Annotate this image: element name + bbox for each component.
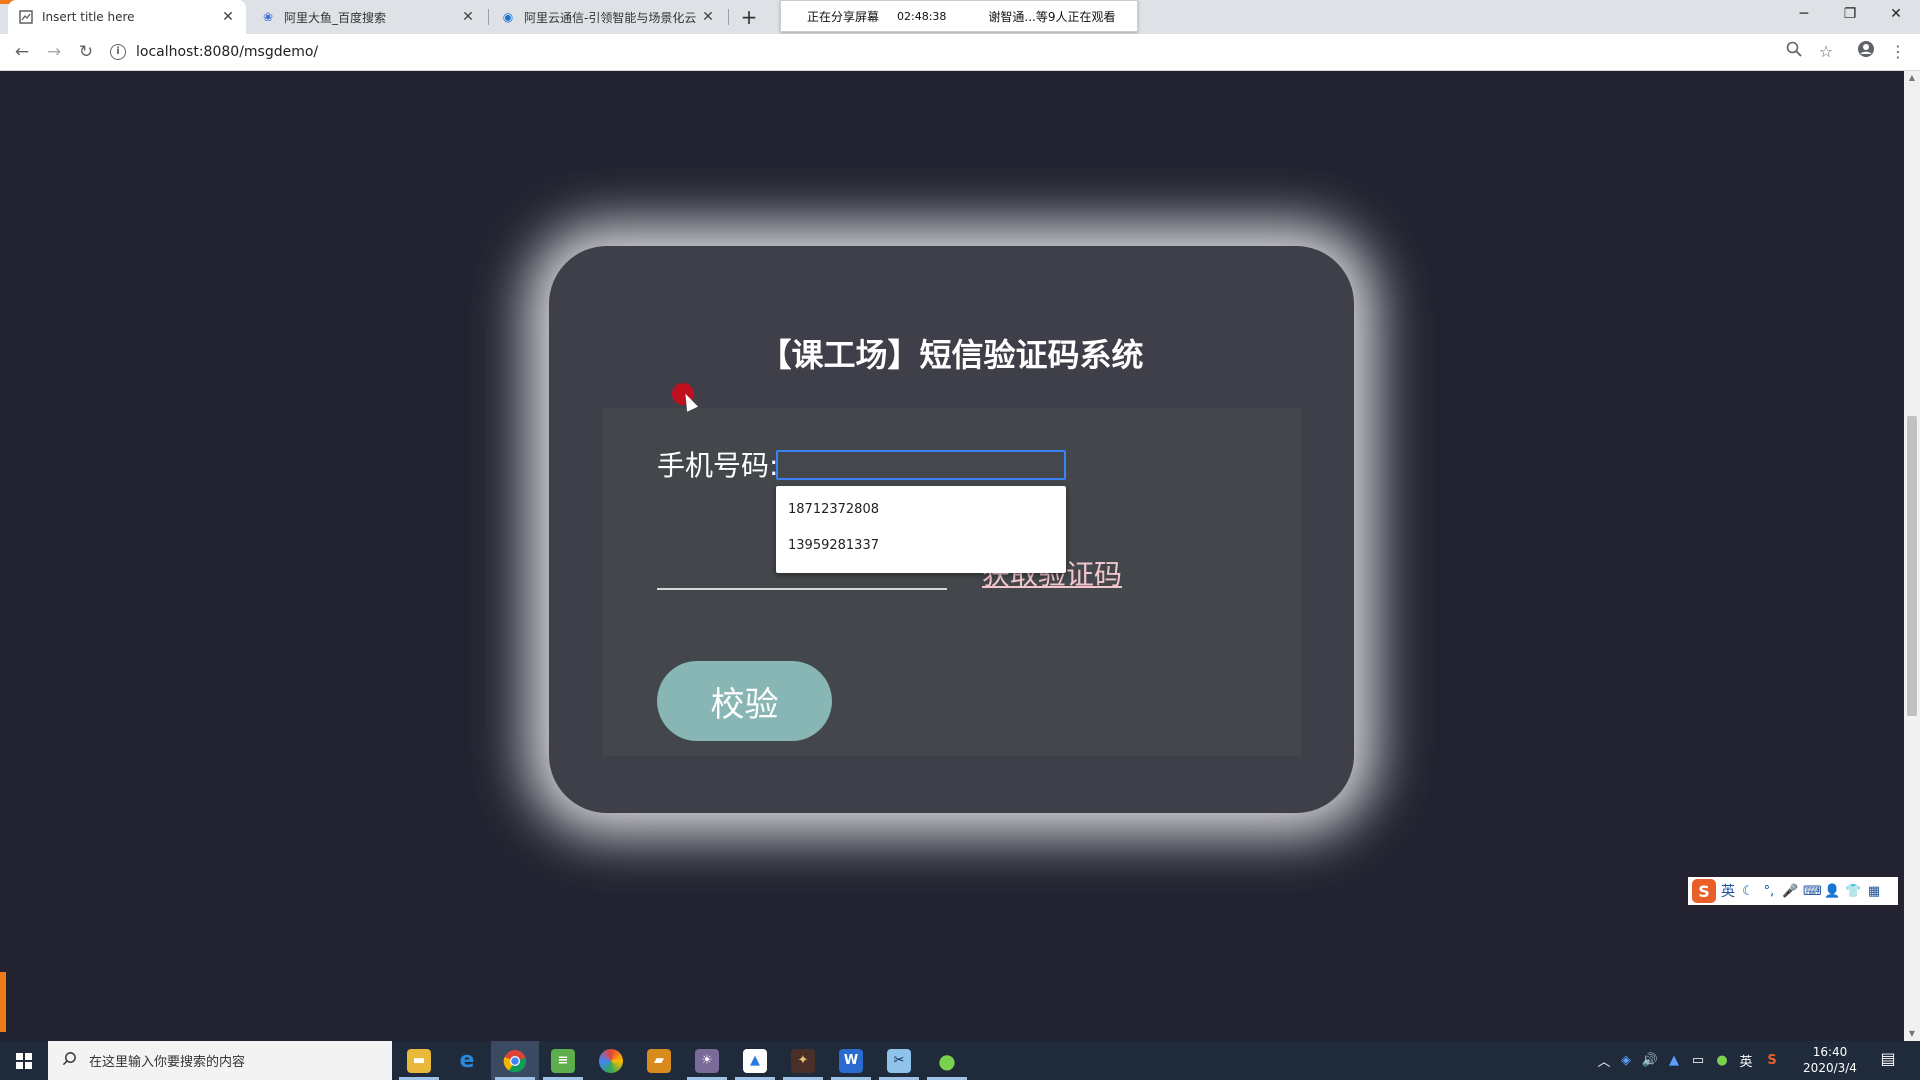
punctuation-icon[interactable]: °, [1761,884,1777,899]
site-info-icon[interactable]: i [110,44,126,60]
book-reader-icon[interactable]: ▰ [635,1041,683,1080]
autocomplete-option[interactable]: 18712372808 [776,492,1066,528]
scroll-up-icon[interactable]: ▲ [1904,71,1920,85]
phone-autocomplete-list: 18712372808 13959281337 [776,486,1066,573]
scroll-down-icon[interactable]: ▼ [1904,1027,1920,1041]
game-app-icon[interactable]: ✦ [779,1041,827,1080]
scroll-thumb[interactable] [1907,416,1917,716]
grid-menu-icon[interactable]: ▦ [1866,884,1882,899]
eclipse-ide-icon[interactable]: ☀ [683,1041,731,1080]
url-text: localhost:8080/msgdemo/ [136,44,319,60]
tab-aliyun[interactable]: ◉ 阿里云通信-引领智能与场景化云 ✕ [490,0,726,34]
close-tab-icon[interactable]: ✕ [220,9,236,25]
share-viewers[interactable]: 谢智通...等9人正在观看 [988,8,1115,25]
page-scrollbar[interactable]: ▲ ▼ [1904,71,1920,1041]
tab-divider [728,9,729,25]
tab-baidu-search[interactable]: ❀ 阿里大鱼_百度搜索 ✕ [250,0,486,34]
start-button[interactable] [0,1041,48,1080]
page-title: 【课工场】短信验证码系统 [759,336,1144,374]
skin-icon[interactable]: 👕 [1845,884,1861,899]
new-tab-button[interactable]: + [736,3,762,31]
moon-icon[interactable]: ☾ [1740,884,1756,899]
account-icon[interactable] [1854,40,1878,64]
zoom-icon[interactable] [1782,40,1806,64]
screen-share-banner: 正在分享屏幕 02:48:38 谢智通...等9人正在观看 [780,0,1138,32]
tab-title: 阿里云通信-引领智能与场景化云 [524,10,697,25]
user-icon[interactable]: 👤 [1824,884,1840,899]
share-status: 正在分享屏幕 [807,9,880,24]
browser-tab-bar: Insert title here ✕ ❀ 阿里大鱼_百度搜索 ✕ ◉ 阿里云通… [0,0,1920,34]
system-clock[interactable]: 16:40 2020/3/4 [1790,1044,1870,1076]
close-tab-icon[interactable]: ✕ [460,9,476,25]
browser-toolbar: ← → ↻ i localhost:8080/msgdemo/ ☆ ⋮ [0,34,1920,71]
aliyun-icon: ◉ [502,10,514,24]
clock-date: 2020/3/4 [1803,1061,1857,1075]
snipping-tool-icon[interactable]: ✂ [875,1041,923,1080]
baidu-paw-icon: ❀ [262,10,274,24]
tray-expand-icon[interactable]: ︿ [1594,1041,1614,1080]
microphone-icon[interactable]: 🎤 [1782,884,1798,899]
share-timer: 02:48:38 [897,9,947,23]
code-input[interactable] [657,588,947,590]
verify-button[interactable]: 校验 [657,661,832,741]
drive-sync-icon[interactable]: ▲ [1664,1041,1684,1080]
drive-app-icon[interactable]: ▲ [731,1041,779,1080]
bookmark-star-icon[interactable]: ☆ [1814,40,1838,64]
edge-browser-icon[interactable]: e [443,1041,491,1080]
tab-title: Insert title here [42,10,135,24]
verify-form: 手机号码: 获取验证码 校验 [602,408,1302,756]
menu-kebab-icon[interactable]: ⋮ [1886,40,1910,64]
ime-lang-toggle[interactable]: 英 [1721,881,1735,901]
search-icon [62,1051,77,1070]
back-arrow-icon[interactable]: ← [10,40,34,64]
tab-divider [488,9,489,25]
color-picker-icon[interactable] [587,1041,635,1080]
phone-label: 手机号码: [657,449,779,482]
tab-title: 阿里大鱼_百度搜索 [284,10,387,25]
notepad-icon[interactable]: ≡ [539,1041,587,1080]
wechat-tray-icon[interactable]: ● [1712,1041,1732,1080]
search-placeholder: 在这里输入你要搜索的内容 [89,1055,246,1070]
word-icon[interactable]: W [827,1041,875,1080]
share-indicator-bar [0,972,6,1032]
reload-icon[interactable]: ↻ [74,40,98,64]
ime-toolbar[interactable]: S 英 ☾ °, 🎤 ⌨ 👤 👕 ▦ [1688,877,1898,905]
keyboard-icon[interactable]: ⌨ [1803,884,1822,899]
close-window-icon[interactable]: ✕ [1874,0,1918,30]
clock-time: 16:40 [1812,1045,1848,1059]
minimize-icon[interactable]: ─ [1782,0,1826,30]
tray-lang[interactable]: 英 [1736,1041,1756,1080]
wechat-icon[interactable]: ● [923,1041,971,1080]
chrome-icon[interactable] [491,1041,539,1080]
close-tab-icon[interactable]: ✕ [700,9,716,25]
taskbar-search-box[interactable]: 在这里输入你要搜索的内容 [48,1041,392,1080]
sogou-tray-icon[interactable]: S [1762,1041,1782,1080]
network-icon[interactable]: ▭ [1688,1041,1708,1080]
autocomplete-option[interactable]: 13959281337 [776,528,1066,564]
file-explorer-icon[interactable]: ▬ [395,1041,443,1080]
tab-insert-title[interactable]: Insert title here ✕ [8,0,246,34]
windows-taskbar: 在这里输入你要搜索的内容 ▬ e ≡ ▰ ☀ ▲ ✦ W ✂ ● ︿ ◈ 🔊 ▲… [0,1041,1920,1080]
windows-logo-icon [16,1052,32,1069]
notification-center-icon[interactable]: ▤ [1876,1049,1900,1071]
sogou-logo-icon[interactable]: S [1692,879,1716,903]
tray-app-icon[interactable]: ◈ [1616,1041,1636,1080]
address-bar[interactable]: i localhost:8080/msgdemo/ [110,38,1810,66]
forward-arrow-icon[interactable]: → [42,40,66,64]
restore-icon[interactable]: ❐ [1828,0,1872,30]
page-icon [18,9,34,25]
phone-input[interactable] [776,450,1066,480]
volume-icon[interactable]: 🔊 [1640,1041,1660,1080]
